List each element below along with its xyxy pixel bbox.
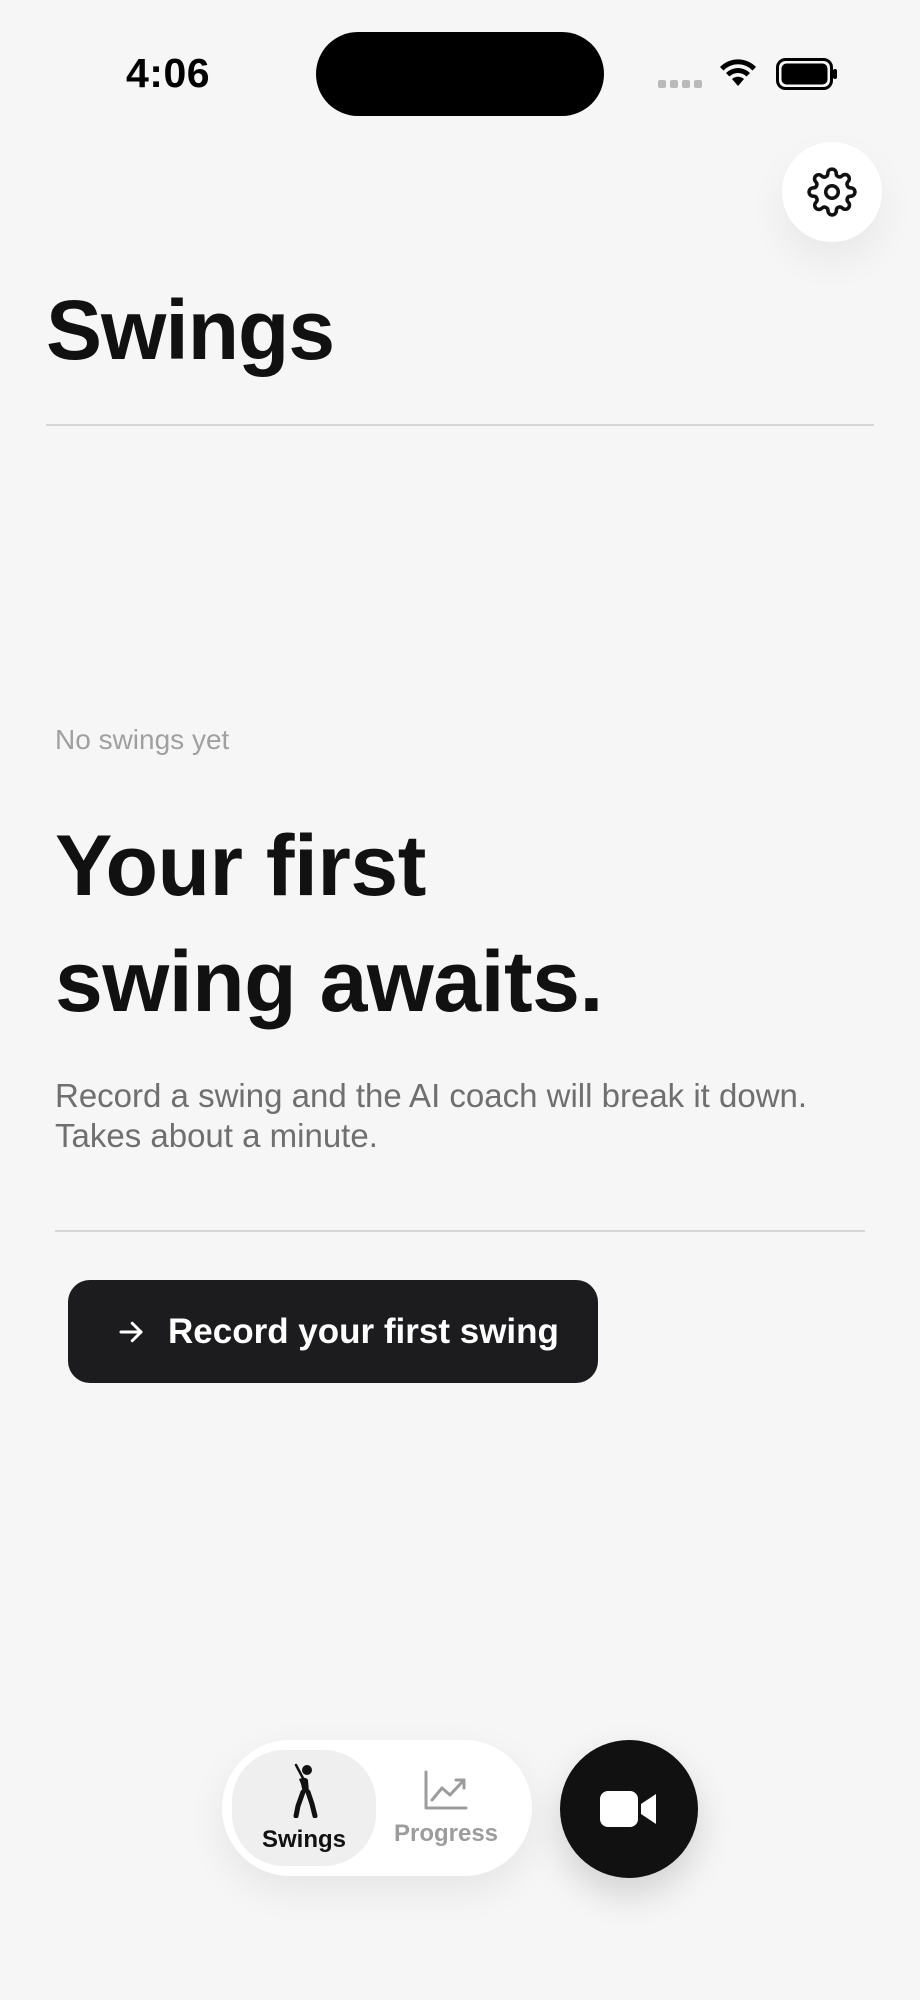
tab-bar: Swings Progress — [222, 1740, 532, 1876]
tab-progress-label: Progress — [393, 1820, 499, 1847]
chart-icon — [424, 1770, 468, 1810]
header-divider — [46, 424, 874, 426]
arrow-right-icon — [119, 1321, 143, 1342]
dynamic-island — [316, 32, 604, 116]
empty-state-description-line2: Takes about a minute. — [55, 1117, 378, 1154]
gear-icon — [807, 167, 857, 217]
empty-state-heading-line1: Your first — [55, 818, 426, 914]
empty-state-eyebrow: No swings yet — [55, 724, 230, 755]
cellular-signal-icon — [658, 80, 702, 88]
page-title: Swings — [46, 283, 335, 377]
record-first-swing-button[interactable]: Record your first swing — [68, 1280, 598, 1383]
video-camera-icon — [600, 1791, 656, 1827]
wifi-icon — [720, 59, 756, 86]
status-time: 4:06 — [126, 50, 211, 96]
content-divider — [55, 1230, 865, 1232]
empty-state-description-line1: Record a swing and the AI coach will bre… — [55, 1077, 808, 1114]
settings-button[interactable] — [782, 142, 882, 242]
tab-progress[interactable]: Progress — [374, 1750, 518, 1866]
empty-state-heading-line2: swing awaits. — [55, 934, 603, 1030]
swings-screen: 4:06 Swings No swings yet Your first swi… — [0, 0, 920, 2000]
battery-icon — [776, 58, 837, 90]
tab-swings-label: Swings — [261, 1826, 346, 1853]
golfer-icon — [293, 1763, 318, 1818]
empty-state-description: Record a swing and the AI coach will bre… — [55, 1076, 885, 1156]
record-first-swing-label: Record your first swing — [168, 1311, 559, 1351]
tab-swings[interactable]: Swings — [232, 1750, 376, 1866]
empty-state-heading: Your first swing awaits. — [55, 808, 855, 1040]
record-video-button[interactable] — [560, 1740, 698, 1878]
